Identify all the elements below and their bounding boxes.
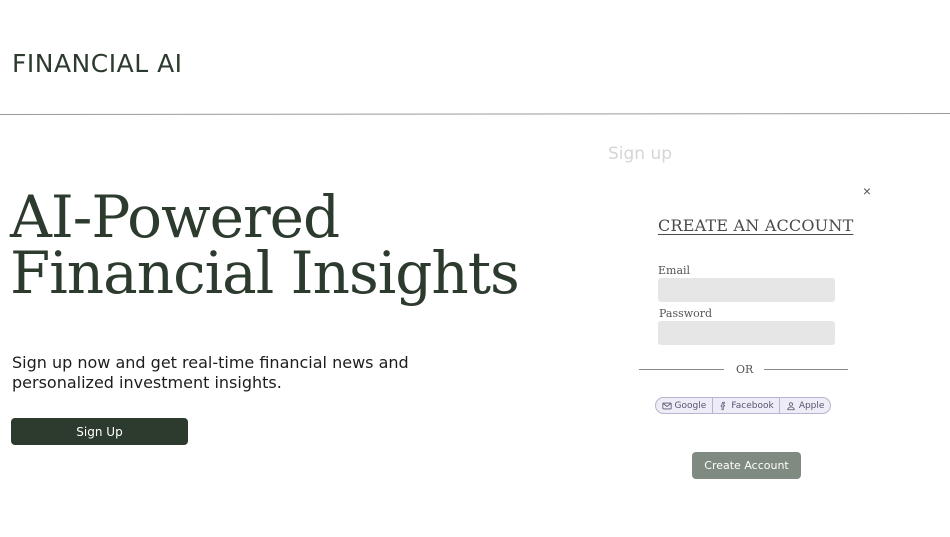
hero-title-line-2: Financial Insights <box>10 239 520 307</box>
create-account-button[interactable]: Create Account <box>692 452 801 479</box>
email-field[interactable] <box>658 278 835 302</box>
mail-icon <box>661 402 672 409</box>
facebook-login-label: Facebook <box>731 400 774 411</box>
modal-title: Sign up <box>608 144 673 164</box>
or-divider-left <box>639 369 724 370</box>
google-login-button[interactable]: Google <box>656 398 713 413</box>
password-label: Password <box>659 307 713 320</box>
hero-subtitle: Sign up now and get real-time financial … <box>12 353 409 392</box>
social-login-group: Google Facebook Apple <box>655 397 831 414</box>
user-icon <box>786 401 795 410</box>
brand-logo-text: FINANCIAL AI <box>12 49 183 78</box>
or-divider-right <box>764 369 848 370</box>
form-heading: CREATE AN ACCOUNT <box>658 216 854 235</box>
hero-title-line-1: AI-Powered <box>10 183 340 251</box>
password-field[interactable] <box>658 321 835 345</box>
or-divider-text: OR <box>736 363 754 376</box>
apple-login-button[interactable]: Apple <box>780 398 830 413</box>
hero-sign-up-button[interactable]: Sign Up <box>11 418 188 445</box>
apple-login-label: Apple <box>798 400 825 411</box>
header-divider <box>0 113 950 115</box>
facebook-login-button[interactable]: Facebook <box>713 398 781 413</box>
email-label: Email <box>658 264 691 277</box>
facebook-icon <box>721 401 726 410</box>
close-icon[interactable]: × <box>859 183 875 199</box>
hero-title: AI-Powered Financial Insights <box>10 183 520 307</box>
google-login-label: Google <box>674 400 707 411</box>
